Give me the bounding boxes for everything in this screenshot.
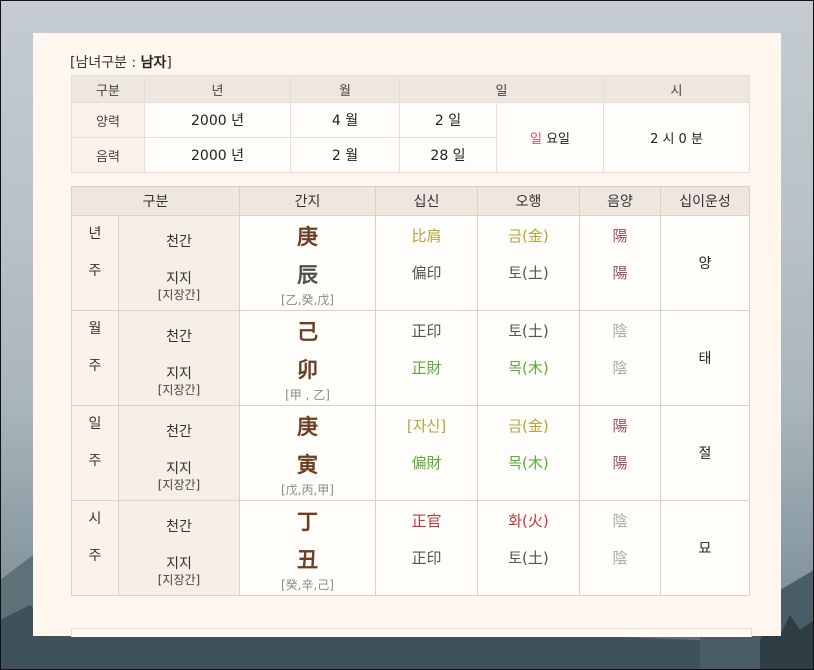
birth-info-table: 구분 년 월 일 시 양력 2000 년 4 월 2 일 일 요일 2 시 0 …	[71, 75, 750, 173]
hidden-stems: [甲 , 乙]	[285, 388, 330, 402]
sipsin-cell: 正印 正財	[375, 310, 478, 406]
weekday: 일 요일	[496, 102, 604, 173]
sipsin-cell: [자신] 偏財	[375, 405, 478, 501]
header-category: 구분	[71, 75, 145, 103]
pillar-row-year: 년주 천간 지지 [지장간] 庚辰 [乙,癸,戊] 比肩 偏印 금(金) 토(土) 陽陽 …	[71, 215, 750, 311]
ohaeng-cell: 화(火) 토(土)	[477, 500, 580, 596]
eumyang-cell: 陰陰	[579, 500, 661, 596]
earthly-branch: 寅	[297, 453, 318, 477]
solar-label: 양력	[71, 102, 145, 138]
pillar-kind: 천간 지지 [지장간]	[118, 405, 240, 501]
header-category: 구분	[71, 186, 240, 216]
hidden-stems: [戊,丙,甲]	[281, 483, 334, 497]
ohaeng-cell: 토(土) 목(木)	[477, 310, 580, 406]
header-hour: 시	[603, 75, 750, 103]
sibiunseong-cell: 태	[660, 310, 750, 406]
pillar-name: 시주	[71, 500, 119, 596]
lunar-month: 2 월	[290, 137, 400, 173]
lunar-day: 28 일	[399, 137, 497, 173]
pillar-kind: 천간 지지 [지장간]	[118, 215, 240, 311]
ganji-cell: 丁丑 [癸,辛,己]	[239, 500, 376, 596]
eumyang-cell: 陰陰	[579, 310, 661, 406]
header-sibiunseong: 십이운성	[660, 186, 750, 216]
sibiunseong-cell: 묘	[660, 500, 750, 596]
earthly-branch: 卯	[297, 358, 318, 382]
solar-month: 4 월	[290, 102, 400, 138]
gender-label: [남녀구분 : 남자]	[70, 55, 172, 71]
birth-time: 2 시 0 분	[603, 102, 750, 173]
header-eumyang: 음양	[579, 186, 661, 216]
heavenly-stem: 庚	[297, 225, 318, 249]
hidden-stems: [乙,癸,戊]	[281, 293, 334, 307]
sibiunseong-cell: 양	[660, 215, 750, 311]
solar-day: 2 일	[399, 102, 497, 138]
pillar-kind: 천간 지지 [지장간]	[118, 310, 240, 406]
pillar-row-hour: 시주 천간 지지 [지장간] 丁丑 [癸,辛,己] 正官 正印 화(火) 토(土) 陰陰 …	[71, 500, 750, 596]
pillar-name: 월주	[71, 310, 119, 406]
pillar-row-day: 일주 천간 지지 [지장간] 庚寅 [戊,丙,甲] [자신] 偏財 금(金) 목(木) 陽…	[71, 405, 750, 501]
ohaeng-cell: 금(金) 토(土)	[477, 215, 580, 311]
lunar-year: 2000 년	[144, 137, 291, 173]
sipsin-cell: 正官 正印	[375, 500, 478, 596]
header-sipsin: 십신	[375, 186, 478, 216]
pillar-rows: 년주 천간 지지 [지장간] 庚辰 [乙,癸,戊] 比肩 偏印 금(金) 토(土) 陽陽 …	[71, 215, 750, 596]
sibiunseong-cell: 절	[660, 405, 750, 501]
header-ganji: 간지	[239, 186, 376, 216]
heavenly-stem: 己	[297, 320, 318, 344]
pillar-kind: 천간 지지 [지장간]	[118, 500, 240, 596]
ganji-cell: 己卯 [甲 , 乙]	[239, 310, 376, 406]
pillar-name: 일주	[71, 405, 119, 501]
hidden-stems: [癸,辛,己]	[281, 578, 334, 592]
header-month: 월	[290, 75, 400, 103]
lunar-label: 음력	[71, 137, 145, 173]
earthly-branch: 丑	[297, 548, 318, 572]
header-day: 일	[399, 75, 604, 103]
gender-value: 남자	[140, 55, 167, 71]
next-section-edge	[71, 628, 752, 637]
pillar-row-month: 월주 천간 지지 [지장간] 己卯 [甲 , 乙] 正印 正財 토(土) 목(木) 陰陰 …	[71, 310, 750, 406]
header-year: 년	[144, 75, 291, 103]
heavenly-stem: 丁	[297, 510, 318, 534]
sipsin-cell: 比肩 偏印	[375, 215, 478, 311]
solar-year: 2000 년	[144, 102, 291, 138]
ohaeng-cell: 금(金) 목(木)	[477, 405, 580, 501]
ganji-cell: 庚寅 [戊,丙,甲]	[239, 405, 376, 501]
saju-table: 구분 간지 십신 오행 음양 십이운성 년주 천간 지지 [지장간] 庚辰 [乙,癸,…	[71, 186, 750, 596]
pillar-name: 년주	[71, 215, 119, 311]
heavenly-stem: 庚	[297, 415, 318, 439]
eumyang-cell: 陽陽	[579, 215, 661, 311]
ganji-cell: 庚辰 [乙,癸,戊]	[239, 215, 376, 311]
earthly-branch: 辰	[297, 263, 318, 287]
eumyang-cell: 陽陽	[579, 405, 661, 501]
header-ohaeng: 오행	[477, 186, 580, 216]
